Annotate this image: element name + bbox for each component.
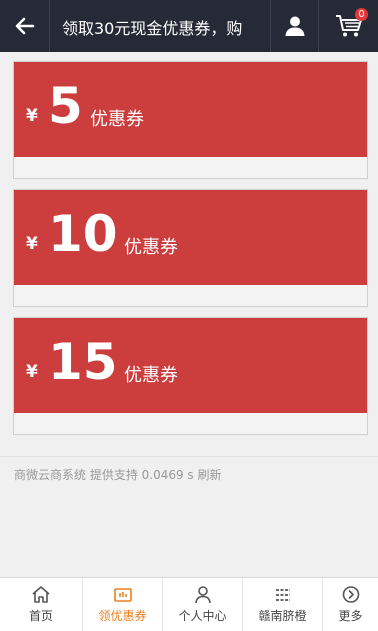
- cart-button[interactable]: 0: [318, 0, 378, 52]
- page-title: 领取30元现金优惠券，购: [62, 19, 243, 38]
- tab-more[interactable]: 更多: [323, 578, 378, 631]
- tab-label: 首页: [28, 609, 53, 623]
- back-arrow-icon: [15, 17, 34, 35]
- coupon-icon: [113, 587, 132, 602]
- coupon-amount: 5: [48, 77, 83, 135]
- list-icon: [275, 588, 290, 601]
- tab-label: 领优惠券: [98, 608, 147, 623]
- currency-symbol: ¥: [26, 106, 38, 126]
- coupon-face: ¥ 10 优惠券: [14, 190, 367, 285]
- coupon-face: ¥ 15 优惠券: [14, 318, 367, 413]
- tab-label: 更多: [338, 609, 363, 623]
- currency-symbol: ¥: [26, 234, 38, 254]
- coupon-card-5[interactable]: ¥ 5 优惠券: [13, 61, 368, 179]
- currency-symbol: ¥: [26, 362, 38, 382]
- more-chevron-circle-icon: [342, 586, 359, 603]
- home-icon: [32, 586, 50, 603]
- divider: [0, 456, 378, 457]
- coupon-face: ¥ 5 优惠券: [14, 62, 367, 157]
- coupon-label: 优惠券: [90, 109, 144, 130]
- tab-label: 赣南脐橙: [258, 608, 307, 623]
- tab-label: 个人中心: [178, 609, 227, 623]
- user-button[interactable]: [270, 0, 318, 52]
- powered-by-text: 商微云商系统 提供支持 0.0469 s 刷新: [14, 468, 222, 482]
- top-header: 领取30元现金优惠券，购 0: [0, 0, 378, 52]
- cart-count-badge: 0: [355, 8, 368, 21]
- coupon-label: 优惠券: [124, 365, 178, 386]
- coupon-amount: 15: [48, 333, 118, 391]
- tab-oranges[interactable]: 赣南脐橙: [243, 578, 323, 631]
- tab-home[interactable]: 首页: [0, 578, 83, 631]
- back-button[interactable]: [0, 0, 50, 52]
- tab-profile[interactable]: 个人中心: [163, 578, 243, 631]
- coupon-card-15[interactable]: ¥ 15 优惠券: [13, 317, 368, 435]
- coupon-amount: 10: [48, 205, 118, 263]
- user-icon: [285, 16, 304, 36]
- coupon-card-10[interactable]: ¥ 10 优惠券: [13, 189, 368, 307]
- tab-coupons[interactable]: 领优惠券: [83, 578, 163, 631]
- user-outline-icon: [194, 586, 211, 604]
- bottom-tab-bar: 首页 领优惠券 个人中心 赣南脐橙 更多: [0, 577, 378, 631]
- coupon-label: 优惠券: [124, 237, 178, 258]
